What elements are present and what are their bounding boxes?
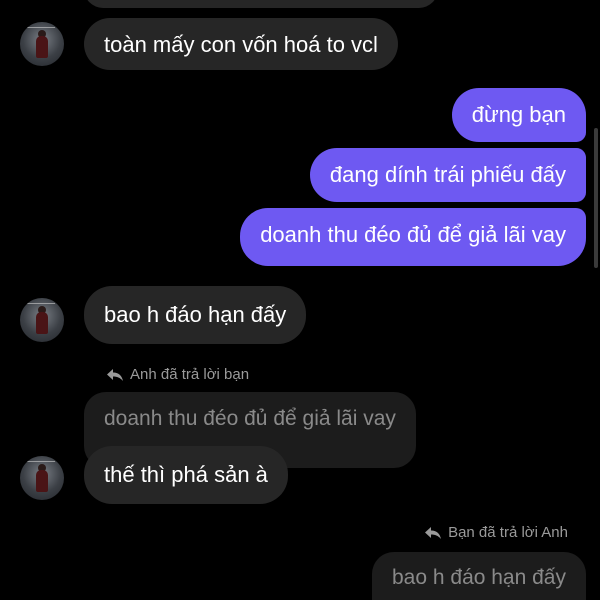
- quoted-message-bubble[interactable]: bao h đáo hạn đấy: [372, 552, 586, 600]
- message-text: thế thì phá sản à: [104, 462, 268, 487]
- message-bubble-partial[interactable]: [84, 0, 438, 8]
- message-bubble-incoming[interactable]: thế thì phá sản à: [84, 446, 288, 504]
- message-bubble-outgoing[interactable]: doanh thu đéo đủ để giả lãi vay: [240, 208, 586, 266]
- message-text: toàn mấy con vốn hoá to vcl: [104, 32, 378, 57]
- contact-avatar[interactable]: [20, 456, 64, 500]
- message-text: doanh thu đéo đủ để giả lãi vay: [260, 222, 566, 247]
- avatar-figure-body: [36, 312, 48, 334]
- reply-label-text: Bạn đã trả lời Anh: [448, 524, 568, 541]
- quoted-message-text: doanh thu đéo đủ để giả lãi vay: [104, 407, 396, 430]
- message-text: đang dính trái phiếu đấy: [329, 162, 566, 187]
- message-text: đừng bạn: [471, 102, 566, 127]
- reply-label-text: Anh đã trả lời bạn: [130, 366, 250, 383]
- message-bubble-incoming[interactable]: bao h đáo hạn đấy: [84, 286, 307, 344]
- reply-context-label: Anh đã trả lời bạn: [106, 366, 249, 383]
- chat-thread[interactable]: toàn mấy con vốn hoá to vcl đừng bạn đan…: [0, 0, 600, 600]
- scrollbar[interactable]: [594, 128, 598, 268]
- message-bubble-outgoing[interactable]: đừng bạn: [451, 88, 586, 142]
- contact-avatar[interactable]: [20, 298, 64, 342]
- contact-avatar[interactable]: [20, 22, 64, 66]
- reply-context-label: Bạn đã trả lời Anh: [424, 524, 568, 541]
- quoted-message-text: bao h đáo hạn đấy: [392, 566, 566, 589]
- reply-arrow-icon: [106, 368, 124, 382]
- avatar-figure-body: [36, 470, 48, 492]
- reply-arrow-icon: [424, 526, 442, 540]
- message-bubble-incoming[interactable]: toàn mấy con vốn hoá to vcl: [84, 18, 398, 70]
- message-text: bao h đáo hạn đấy: [104, 302, 287, 327]
- avatar-figure-body: [36, 36, 48, 58]
- message-bubble-outgoing[interactable]: đang dính trái phiếu đấy: [309, 148, 586, 202]
